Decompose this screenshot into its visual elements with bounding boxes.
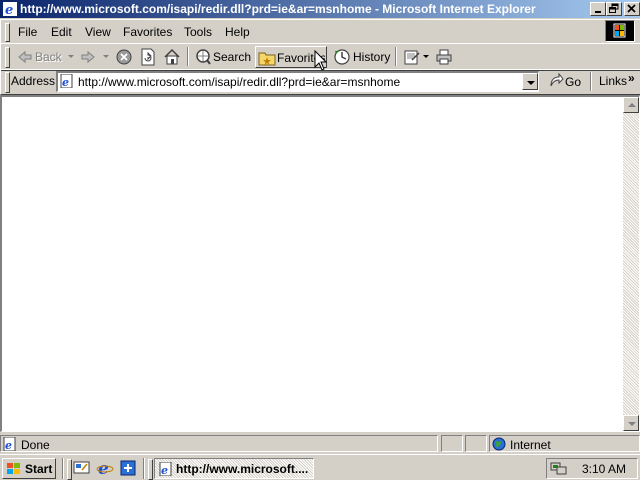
scroll-up-button[interactable] (623, 97, 639, 113)
home-icon (164, 48, 180, 65)
toolbar-separator (187, 47, 189, 66)
restore-button[interactable] (606, 2, 622, 16)
address-toolbar: Address e Go Links » (0, 69, 640, 95)
back-arrow-icon (18, 50, 32, 64)
menu-edit[interactable]: Edit (51, 25, 72, 39)
address-dropdown-button[interactable] (522, 73, 538, 90)
scroll-down-button[interactable] (623, 415, 639, 431)
tasks-grip[interactable] (148, 459, 153, 480)
windows-flag-icon (7, 463, 20, 474)
address-input[interactable] (78, 74, 518, 90)
scroll-down-icon (628, 422, 636, 426)
forward-button[interactable] (78, 46, 110, 68)
mail-icon (404, 50, 420, 65)
minimize-icon (595, 11, 601, 13)
page-icon: e (60, 74, 73, 88)
svg-text:e: e (5, 3, 13, 16)
status-panel-progress (441, 435, 463, 452)
vertical-scrollbar[interactable] (623, 97, 639, 431)
history-icon (334, 49, 350, 65)
go-button[interactable]: Go (546, 71, 584, 93)
start-button[interactable]: Start (2, 458, 56, 479)
forward-arrow-icon (81, 50, 95, 64)
back-label: Back (35, 50, 62, 64)
zone-label: Internet (510, 438, 551, 452)
task-button-label: http://www.microsoft.... (176, 462, 309, 476)
internet-globe-icon (492, 437, 506, 451)
svg-text:e: e (161, 464, 168, 476)
menu-tools[interactable]: Tools (184, 25, 212, 39)
forward-dropdown-icon[interactable] (103, 55, 109, 58)
mail-button[interactable] (401, 46, 431, 68)
address-combobox[interactable]: e (56, 71, 539, 92)
search-button[interactable]: Search (193, 46, 251, 68)
taskbar: Start e e http://www.microsoft.... 3:10 … (0, 454, 640, 480)
start-label: Start (25, 462, 53, 476)
menu-favorites[interactable]: Favorites (123, 25, 172, 39)
printer-icon (436, 49, 452, 65)
go-arrow-icon (550, 73, 564, 87)
menu-help[interactable]: Help (225, 25, 250, 39)
stop-icon (116, 49, 132, 65)
page-done-icon: e (3, 437, 16, 451)
links-label[interactable]: Links (599, 74, 627, 88)
history-label: History (353, 50, 391, 64)
scroll-up-icon (628, 103, 636, 107)
windows-logo-throbber (605, 20, 635, 42)
address-separator (590, 72, 592, 91)
status-text: Done (21, 438, 50, 452)
close-icon (627, 4, 636, 13)
windows-logo-icon (613, 23, 626, 38)
go-label: Go (565, 75, 582, 89)
refresh-button[interactable] (138, 46, 158, 68)
system-tray: 3:10 AM (546, 458, 638, 479)
ie-window-icon: e (159, 462, 172, 476)
toolbar-grip[interactable] (5, 47, 10, 68)
window-title-bar[interactable]: e http://www.microsoft.com/isapi/redir.d… (0, 0, 640, 18)
task-button-ie[interactable]: e http://www.microsoft.... (154, 458, 314, 479)
svg-text:e: e (98, 459, 109, 477)
minimize-button[interactable] (590, 2, 606, 16)
show-desktop-icon[interactable] (73, 460, 91, 476)
internet-explorer-launch-icon[interactable]: e (96, 459, 114, 477)
stop-button[interactable] (114, 46, 134, 68)
menu-bar: File Edit View Favorites Tools Help (0, 19, 640, 44)
status-panel-main: e Done (0, 435, 438, 452)
toolbar-separator (395, 47, 397, 66)
quicklaunch-grip[interactable] (67, 459, 72, 480)
home-button[interactable] (162, 46, 182, 68)
chevron-right-icon[interactable]: » (628, 71, 635, 85)
address-grip[interactable] (5, 72, 10, 93)
back-button[interactable]: Back (15, 46, 75, 68)
mail-dropdown-icon[interactable] (423, 55, 429, 58)
status-panel-zone: Internet (489, 435, 640, 452)
taskbar-separator (143, 458, 145, 479)
taskbar-separator (62, 458, 64, 479)
menu-view[interactable]: View (85, 25, 111, 39)
menu-grip[interactable] (5, 23, 10, 42)
back-dropdown-icon[interactable] (68, 55, 74, 58)
svg-text:e: e (62, 76, 69, 88)
search-label: Search (213, 50, 252, 64)
refresh-icon (141, 48, 155, 66)
address-label: Address (11, 74, 56, 88)
network-tray-icon[interactable] (550, 461, 568, 477)
svg-text:e: e (5, 439, 12, 451)
channels-icon[interactable] (119, 459, 137, 477)
favorites-icon (258, 52, 276, 66)
status-panel-security (465, 435, 487, 452)
close-button[interactable] (624, 2, 640, 16)
restore-icon (609, 3, 619, 13)
internet-explorer-icon: e (3, 2, 17, 16)
menu-file[interactable]: File (18, 25, 37, 39)
window-title: http://www.microsoft.com/isapi/redir.dll… (20, 2, 536, 16)
history-button[interactable]: History (332, 46, 390, 68)
chevron-down-icon (527, 81, 535, 85)
print-button[interactable] (434, 46, 454, 68)
tray-clock[interactable]: 3:10 AM (582, 462, 626, 476)
mouse-cursor-icon (314, 50, 328, 71)
status-bar: e Done Internet (0, 433, 640, 453)
web-content-area[interactable] (0, 95, 640, 432)
search-icon (196, 49, 211, 65)
